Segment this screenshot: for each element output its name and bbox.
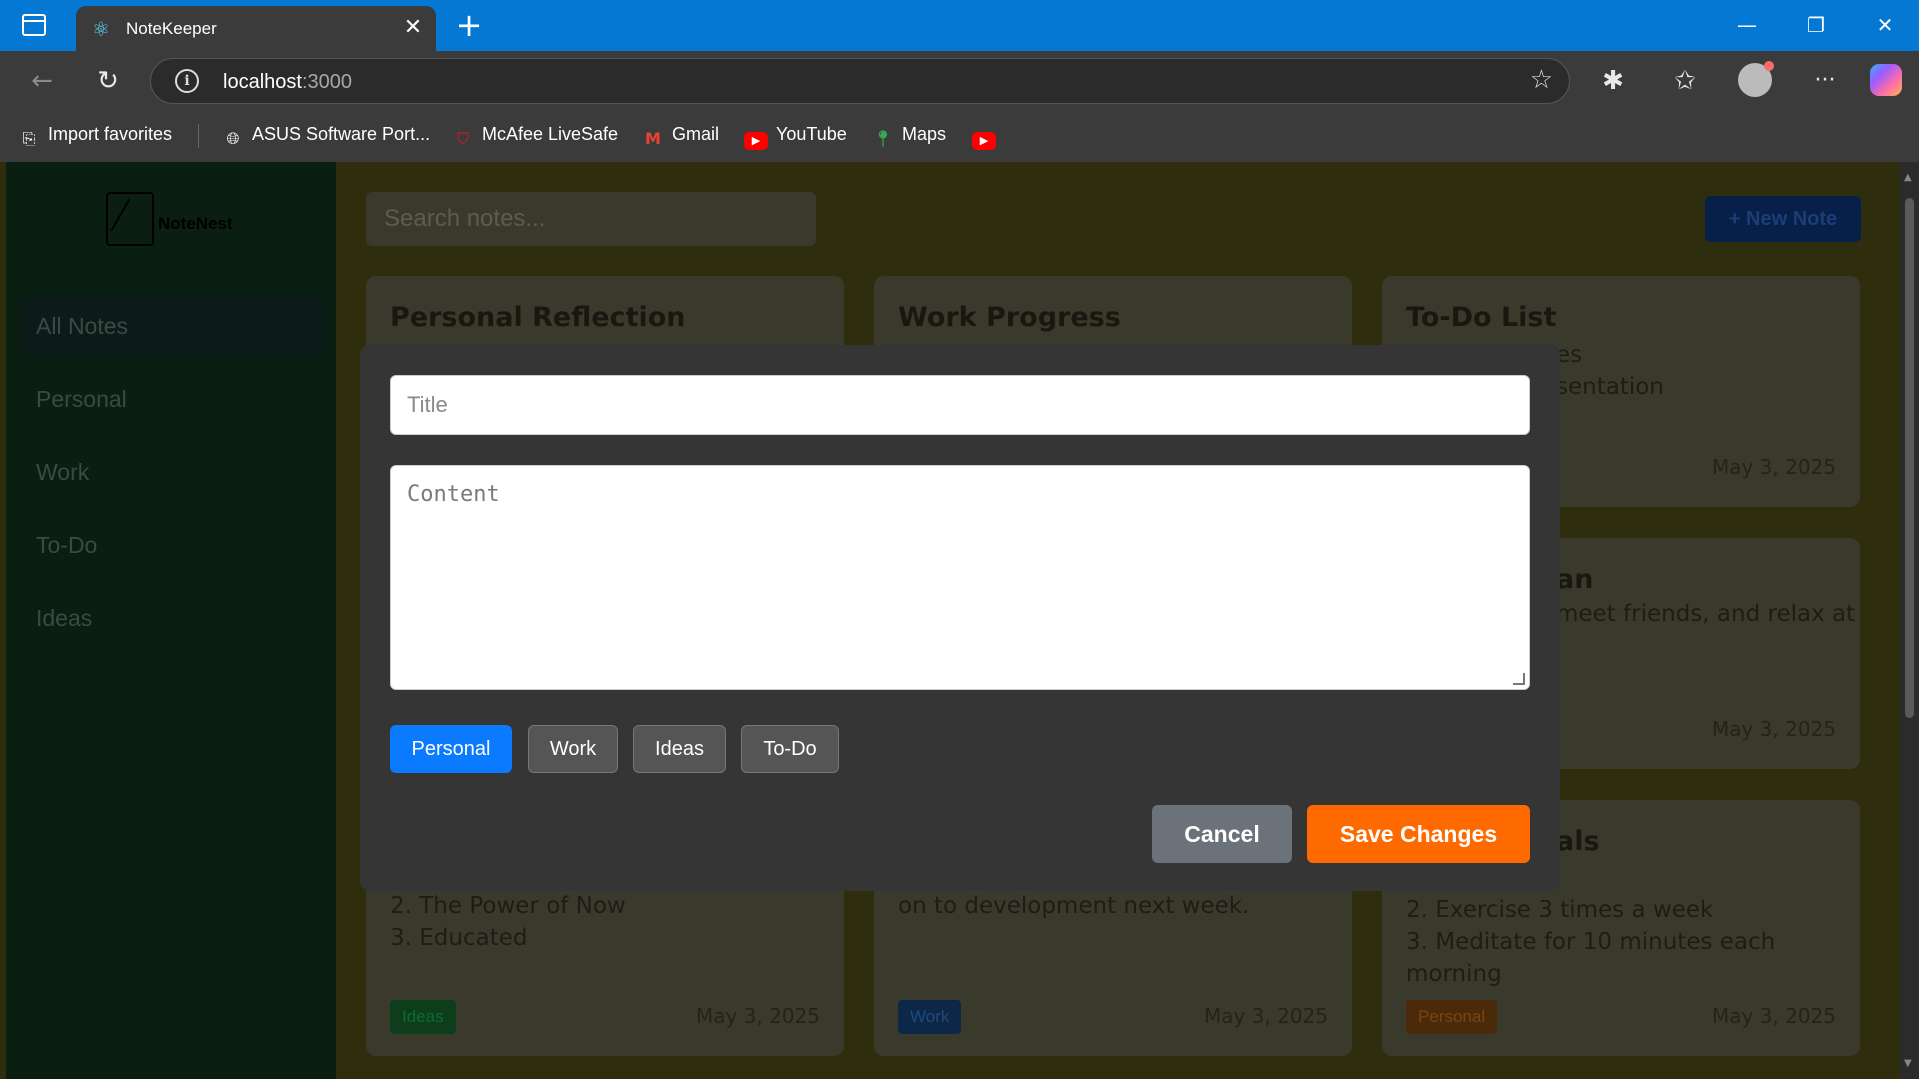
favorites-icon[interactable]: ✩ bbox=[1667, 63, 1703, 99]
browser-toolbar: ← ↻ i localhost:3000 ☆ ✱ ✩ ··· bbox=[0, 51, 1919, 110]
bookmark-import-favorites[interactable]: ⎘ Import favorites bbox=[18, 124, 172, 150]
category-personal-button[interactable]: Personal bbox=[390, 725, 512, 773]
note-body: meet friends, and relax at bbox=[1556, 601, 1856, 627]
bookmarks-bar: ⎘ Import favorites 🌐︎ ASUS Software Port..… bbox=[0, 110, 1919, 162]
category-ideas-button[interactable]: Ideas bbox=[633, 725, 726, 773]
info-icon[interactable]: i bbox=[175, 69, 199, 93]
logo-text: NoteNest bbox=[158, 214, 233, 233]
note-body: 2. The Power of Now 3. Educated bbox=[390, 893, 626, 951]
bookmark-maps[interactable]: 📍︎ Maps bbox=[872, 124, 946, 150]
mcafee-icon: ⛉ bbox=[456, 129, 469, 148]
browser-titlebar: ⚛ NoteKeeper ✕ + — ❐ ✕ bbox=[0, 0, 1919, 51]
more-icon[interactable]: ··· bbox=[1807, 63, 1843, 99]
note-date: May 3, 2025 bbox=[1203, 1004, 1328, 1028]
url-text: localhost:3000 bbox=[223, 71, 352, 94]
new-note-button[interactable]: + New Note bbox=[1705, 196, 1861, 242]
search-input[interactable]: Search notes... bbox=[366, 192, 816, 246]
note-date: May 3, 2025 bbox=[1711, 455, 1836, 479]
bookmark-label: ASUS Software Port... bbox=[252, 124, 431, 144]
resize-handle-icon[interactable] bbox=[1513, 673, 1525, 685]
content-placeholder: Content bbox=[407, 482, 500, 507]
sidebar: NoteNest All Notes Personal Work To-Do I… bbox=[6, 162, 336, 1079]
bookmark-gmail[interactable]: M Gmail bbox=[642, 124, 719, 150]
note-title: Work Progress bbox=[898, 302, 1121, 333]
nav-personal[interactable]: Personal bbox=[20, 370, 326, 428]
bookmark-label: YouTube bbox=[776, 124, 847, 144]
bookmark-youtube[interactable]: ▶ YouTube bbox=[744, 124, 847, 150]
cancel-button[interactable]: Cancel bbox=[1152, 805, 1292, 863]
youtube-icon: ▶ bbox=[744, 132, 768, 150]
note-tag: Personal bbox=[1406, 1000, 1498, 1034]
bookmark-label: Gmail bbox=[672, 124, 720, 144]
note-date: May 3, 2025 bbox=[1711, 1004, 1836, 1028]
note-tag: Ideas bbox=[390, 1000, 456, 1034]
globe-icon: 🌐︎ bbox=[226, 129, 240, 148]
note-title: To-Do List bbox=[1406, 302, 1557, 333]
quill-icon bbox=[106, 192, 154, 246]
import-icon: ⎘ bbox=[22, 129, 36, 148]
profile-avatar[interactable] bbox=[1738, 61, 1774, 97]
bookmark-divider bbox=[198, 124, 199, 148]
content-textarea[interactable]: Content bbox=[390, 465, 1530, 690]
tab-title: NoteKeeper bbox=[126, 19, 217, 38]
note-title: als bbox=[1556, 826, 1600, 857]
app-logo: NoteNest bbox=[106, 192, 286, 252]
react-icon: ⚛ bbox=[92, 17, 110, 41]
bookmark-mcafee[interactable]: ⛉ McAfee LiveSafe bbox=[452, 124, 618, 150]
nav-work[interactable]: Work bbox=[20, 443, 326, 501]
close-window-button[interactable]: ✕ bbox=[1865, 8, 1905, 42]
address-bar[interactable]: i localhost:3000 ☆ bbox=[150, 58, 1570, 104]
bookmark-youtube-2[interactable]: ▶ bbox=[972, 124, 1004, 150]
window-menu-icon[interactable] bbox=[22, 14, 46, 36]
page-scrollbar[interactable]: ▲ ▼ bbox=[1900, 162, 1919, 1079]
back-button[interactable]: ← bbox=[24, 63, 60, 99]
maps-icon: 📍︎ bbox=[872, 129, 894, 148]
scrollbar-thumb[interactable] bbox=[1905, 198, 1914, 718]
minimize-button[interactable]: — bbox=[1727, 8, 1767, 42]
bookmark-asus[interactable]: 🌐︎ ASUS Software Port... bbox=[222, 124, 430, 150]
bookmark-label: Import favorites bbox=[48, 124, 173, 144]
new-tab-button[interactable]: + bbox=[452, 8, 486, 42]
nav-ideas[interactable]: Ideas bbox=[20, 589, 326, 647]
bookmark-label: Maps bbox=[902, 124, 947, 144]
title-input[interactable]: Title bbox=[390, 375, 1530, 435]
save-changes-button[interactable]: Save Changes bbox=[1307, 805, 1530, 863]
category-work-button[interactable]: Work bbox=[528, 725, 618, 773]
edit-note-modal: Title Content Personal Work Ideas To-Do … bbox=[360, 345, 1560, 891]
note-date: May 3, 2025 bbox=[1711, 717, 1836, 741]
note-tag: Work bbox=[898, 1000, 962, 1034]
nav-all-notes[interactable]: All Notes bbox=[20, 297, 326, 355]
category-todo-button[interactable]: To-Do bbox=[741, 725, 839, 773]
nav-todo[interactable]: To-Do bbox=[20, 516, 326, 574]
note-title: an bbox=[1556, 564, 1594, 595]
reload-button[interactable]: ↻ bbox=[90, 63, 126, 99]
note-date: May 3, 2025 bbox=[695, 1004, 820, 1028]
bookmark-label: McAfee LiveSafe bbox=[482, 124, 619, 144]
scroll-up-icon[interactable]: ▲ bbox=[1904, 172, 1912, 183]
extensions-icon[interactable]: ✱ bbox=[1595, 63, 1631, 99]
note-title: Personal Reflection bbox=[390, 302, 686, 333]
favorite-star-icon[interactable]: ☆ bbox=[1530, 65, 1553, 95]
note-body: on to development next week. bbox=[898, 893, 1250, 919]
note-body: es sentation bbox=[1556, 342, 1664, 400]
scroll-down-icon[interactable]: ▼ bbox=[1904, 1058, 1912, 1069]
copilot-icon[interactable] bbox=[1870, 64, 1902, 96]
url-port: :3000 bbox=[301, 71, 352, 93]
youtube-icon: ▶ bbox=[972, 132, 996, 150]
close-tab-icon[interactable]: ✕ bbox=[400, 15, 426, 41]
url-host: localhost bbox=[223, 71, 302, 93]
tab-notekeeper[interactable]: ⚛ NoteKeeper ✕ bbox=[76, 6, 436, 51]
restore-button[interactable]: ❐ bbox=[1796, 8, 1836, 42]
gmail-icon: M bbox=[645, 129, 661, 148]
